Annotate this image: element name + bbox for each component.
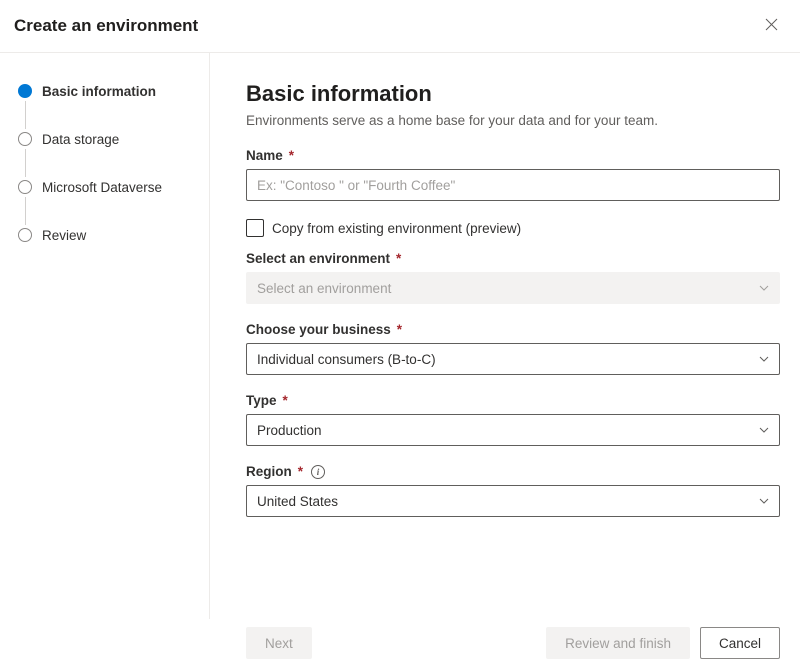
step-connector [25,149,26,177]
business-dropdown[interactable]: Individual consumers (B-to-C) [246,343,780,375]
section-heading: Basic information [246,81,780,107]
info-icon[interactable]: i [311,465,325,479]
step-connector [25,197,26,225]
type-label: Type* [246,393,780,408]
step-microsoft-dataverse[interactable]: Microsoft Dataverse [16,177,199,197]
step-data-storage[interactable]: Data storage [16,129,199,149]
review-finish-button[interactable]: Review and finish [546,627,690,659]
step-marker-icon [18,180,32,194]
step-connector [25,101,26,129]
cancel-button[interactable]: Cancel [700,627,780,659]
select-env-dropdown: Select an environment [246,272,780,304]
name-input[interactable] [246,169,780,201]
chevron-down-icon [759,496,769,506]
footer-actions: Next Review and finish Cancel [0,614,800,672]
chevron-down-icon [759,354,769,364]
chevron-down-icon [759,425,769,435]
region-label: Region* i [246,464,780,479]
step-marker-icon [18,228,32,242]
close-icon [765,18,778,35]
step-label: Data storage [42,132,119,147]
wizard-steps: Basic information Data storage Microsoft… [0,53,210,619]
region-dropdown[interactable]: United States [246,485,780,517]
step-marker-icon [18,132,32,146]
step-label: Review [42,228,86,243]
step-review[interactable]: Review [16,225,199,245]
copy-env-checkbox[interactable] [246,219,264,237]
type-dropdown[interactable]: Production [246,414,780,446]
next-button[interactable]: Next [246,627,312,659]
step-marker-icon [18,84,32,98]
chevron-down-icon [759,283,769,293]
form-panel: Basic information Environments serve as … [210,53,800,619]
select-env-label: Select an environment* [246,251,780,266]
dialog-title: Create an environment [14,16,198,36]
step-label: Basic information [42,84,156,99]
close-button[interactable] [761,14,782,38]
copy-env-label: Copy from existing environment (preview) [272,221,521,236]
name-label: Name* [246,148,780,163]
step-label: Microsoft Dataverse [42,180,162,195]
business-label: Choose your business* [246,322,780,337]
step-basic-information[interactable]: Basic information [16,81,199,101]
section-subtitle: Environments serve as a home base for yo… [246,113,780,128]
